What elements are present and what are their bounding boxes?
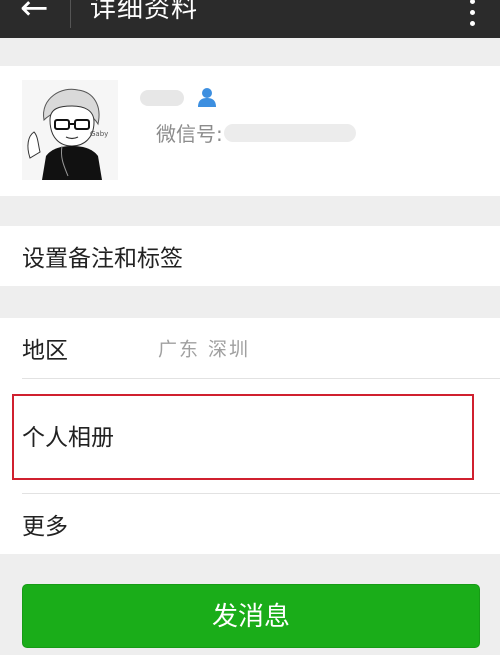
- profile-card[interactable]: Gaby 微信号:: [0, 66, 500, 196]
- more-options-icon[interactable]: [470, 0, 476, 26]
- page-title: 详细资料: [90, 0, 199, 24]
- top-bar: ← 详细资料: [0, 0, 500, 38]
- remark-tags-row[interactable]: 设置备注和标签: [0, 226, 500, 286]
- person-icon: [198, 88, 216, 107]
- avatar[interactable]: Gaby: [22, 80, 118, 180]
- wechat-id-label: 微信号:: [156, 122, 223, 146]
- personal-album-row[interactable]: 个人相册: [0, 379, 500, 493]
- region-row: 地区 广东 深圳: [0, 318, 500, 378]
- header-divider: [70, 0, 71, 28]
- nickname-blurred: [140, 90, 184, 106]
- avatar-cartoon-image: Gaby: [22, 80, 118, 180]
- remark-tags-label: 设置备注和标签: [22, 246, 183, 272]
- back-arrow-icon[interactable]: ←: [20, 0, 49, 28]
- region-value: 广东 深圳: [158, 338, 251, 361]
- svg-text:Gaby: Gaby: [90, 130, 108, 138]
- region-label: 地区: [22, 338, 68, 364]
- more-label: 更多: [22, 514, 68, 540]
- personal-album-label: 个人相册: [22, 425, 114, 451]
- send-message-button[interactable]: 发消息: [22, 584, 480, 648]
- more-row[interactable]: 更多: [0, 494, 500, 554]
- wechat-id-value-blurred: [224, 124, 356, 142]
